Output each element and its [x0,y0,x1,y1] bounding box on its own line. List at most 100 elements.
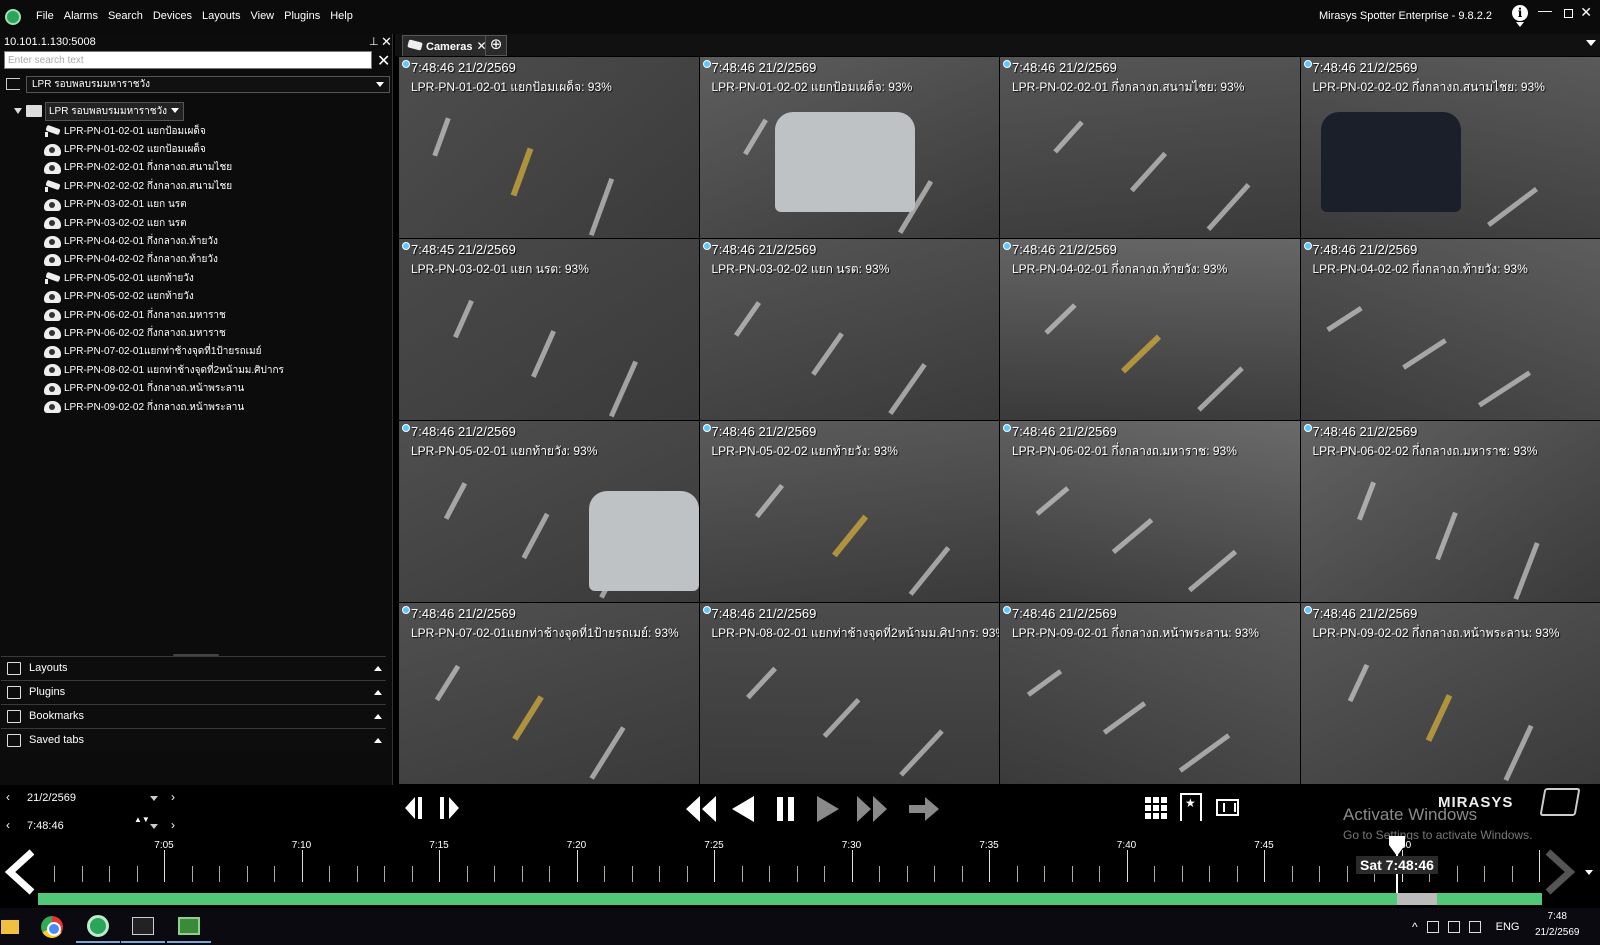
camera-list-item[interactable]: LPR-PN-03-02-01 แยก นรต [44,196,284,214]
date-next-button[interactable]: › [171,790,175,804]
camera-tile[interactable]: 7:48:46 21/2/2569 LPR-PN-01-02-01 แยกป้อม… [399,57,699,238]
camera-list-item[interactable]: LPR-PN-02-02-01 กึ่งกลางถ.สนามไชย [44,159,284,177]
volume-muted-icon[interactable] [1468,921,1481,933]
tree-root-node[interactable]: LPR รอบพลบรมมหาราชวัง [14,101,185,121]
camera-tile[interactable]: 7:48:46 21/2/2569 LPR-PN-08-02-01 แยกท่าช… [699,603,999,784]
time-dropdown-icon[interactable] [150,824,158,829]
fullscreen-icon[interactable] [1216,799,1239,816]
recorded-range-bar[interactable] [38,893,1542,905]
pause-icon[interactable] [773,794,799,824]
tree-collapse-icon[interactable] [14,108,22,114]
section-plugins[interactable]: Plugins [1,680,386,703]
section-bookmarks[interactable]: Bookmarks [1,704,386,727]
go-live-arrow-icon[interactable] [907,794,941,824]
camera-tile[interactable]: 7:48:46 21/2/2569 LPR-PN-05-02-01 แยกท้าย… [399,421,699,602]
menu-search[interactable]: Search [108,10,143,22]
timeline-next-icon[interactable] [1542,848,1578,896]
camera-tile[interactable]: 7:48:46 21/2/2569 LPR-PN-09-02-01 กึ่งกลา… [1000,603,1300,784]
camera-tile[interactable]: 7:48:46 21/2/2569 LPR-PN-07-02-01แยกท่าช้… [399,603,699,784]
camera-tile[interactable]: 7:48:46 21/2/2569 LPR-PN-05-02-02 แยกท้าย… [699,421,999,602]
group-select[interactable]: LPR รอบพลบรมมหาราชวัง [26,76,390,93]
network-icon[interactable] [1447,921,1460,933]
tray-expand-icon[interactable]: ^ [1412,920,1418,934]
time-next-button[interactable]: › [171,818,175,832]
timeline-scroll-icon[interactable] [1585,870,1593,875]
camera-tile[interactable]: 7:48:46 21/2/2569 LPR-PN-02-02-01 กึ่งกลา… [1000,57,1300,238]
camera-list-item[interactable]: LPR-PN-09-02-01 กึ่งกลางถ.หน้าพระลาน [44,379,284,397]
layout-grid-icon[interactable] [1145,797,1167,819]
playhead-marker-icon[interactable] [1388,835,1406,857]
time-field[interactable]: 7:48:46 [27,820,64,832]
camera-list-item[interactable]: LPR-PN-06-02-02 กึ่งกลางถ.มหาราช [44,324,284,342]
camera-tile[interactable]: 7:48:46 21/2/2569 LPR-PN-01-02-02 แยกป้อม… [699,57,999,238]
search-input[interactable] [4,51,372,69]
rewind-icon[interactable] [684,794,718,824]
search-clear-button[interactable]: ✕ [377,51,390,71]
camera-list-item[interactable]: LPR-PN-09-02-02 กึ่งกลางถ.หน้าพระลาน [44,398,284,416]
camera-tile[interactable]: 7:48:46 21/2/2569 LPR-PN-03-02-02 แยก นรต… [699,239,999,420]
menu-help[interactable]: Help [330,10,353,22]
menu-layouts[interactable]: Layouts [202,10,241,22]
section-layouts[interactable]: Layouts [1,656,386,679]
time-prev-button[interactable]: ‹ [6,818,10,832]
calendar-dropdown-icon[interactable] [150,796,158,801]
camera-tile[interactable]: 7:48:46 21/2/2569 LPR-PN-02-02-02 กึ่งกลา… [1300,57,1600,238]
menu-alarms[interactable]: Alarms [64,10,98,22]
camera-list-item[interactable]: LPR-PN-01-02-01 แยกป้อมเผด็จ [44,122,284,140]
tab-menu-icon[interactable] [1586,40,1596,46]
camera-list-item[interactable]: LPR-PN-02-02-02 กึ่งกลางถ.สนามไชย [44,177,284,195]
camera-list-item[interactable]: LPR-PN-04-02-02 กึ่งกลางถ.ท้ายวัง [44,251,284,269]
add-bookmark-icon[interactable] [1180,793,1202,821]
camera-list-item[interactable]: LPR-PN-01-02-02 แยกป้อมเผด็จ [44,140,284,158]
close-window-button[interactable]: ✕ [1580,4,1592,21]
time-spinner[interactable]: ▲▼ [134,816,150,824]
terminal-icon[interactable] [121,911,165,943]
camera-list-item[interactable]: LPR-PN-06-02-01 กึ่งกลางถ.มหาราช [44,306,284,324]
panel-close-button[interactable]: ✕ [381,34,392,50]
play-reverse-icon[interactable] [730,794,756,824]
camera-list-item[interactable]: LPR-PN-08-02-01 แยกท่าช้างจุดที่2หน้ามม.… [44,361,284,379]
info-dropdown-icon[interactable] [1516,22,1524,27]
frame-back-icon[interactable] [403,795,429,821]
file-explorer-icon[interactable] [0,911,32,943]
camera-tile[interactable]: 7:48:46 21/2/2569 LPR-PN-06-02-01 กึ่งกลา… [1000,421,1300,602]
camera-list-item[interactable]: LPR-PN-07-02-01แยกท่าช้างจุดที่1ป้ายรถเม… [44,343,284,361]
add-tab-button[interactable]: ⊕ [485,35,507,56]
camera-list-item[interactable]: LPR-PN-05-02-02 แยกท้ายวัง [44,288,284,306]
camera-tile[interactable]: 7:48:46 21/2/2569 LPR-PN-09-02-02 กึ่งกลา… [1300,603,1600,784]
usb-icon[interactable] [1426,921,1439,933]
minimize-button[interactable]: — [1538,2,1552,18]
maximize-button[interactable] [1564,9,1573,18]
fast-forward-icon[interactable] [855,794,889,824]
app-icon[interactable] [167,911,211,943]
clock[interactable]: 7:48 21/2/2569 [1535,909,1580,941]
tree-root-label[interactable]: LPR รอบพลบรมมหาราชวัง [45,101,185,121]
camera-tile[interactable]: 7:48:46 21/2/2569 LPR-PN-06-02-02 กึ่งกลา… [1300,421,1600,602]
camera-tile[interactable]: 7:48:45 21/2/2569 LPR-PN-03-02-01 แยก นรต… [399,239,699,420]
date-prev-button[interactable]: ‹ [6,790,10,804]
tree-view-icon[interactable] [6,78,20,90]
play-icon[interactable] [815,794,841,824]
timeline-prev-icon[interactable] [2,848,38,896]
menu-plugins[interactable]: Plugins [284,10,320,22]
date-field[interactable]: 21/2/2569 [27,792,76,804]
chrome-icon[interactable] [30,911,74,943]
road-marking [531,330,556,378]
info-icon[interactable]: i [1512,5,1528,21]
camera-list-item[interactable]: LPR-PN-03-02-02 แยก นรต [44,214,284,232]
camera-list-item[interactable]: LPR-PN-04-02-01 กึ่งกลางถ.ท้ายวัง [44,232,284,250]
menu-view[interactable]: View [250,10,274,22]
spotter-icon[interactable] [76,911,120,943]
menu-devices[interactable]: Devices [153,10,192,22]
pin-icon[interactable]: ⊥ [369,35,379,48]
camera-list-item[interactable]: LPR-PN-05-02-01 แยกท้ายวัง [44,269,284,287]
camera-tile[interactable]: 7:48:46 21/2/2569 LPR-PN-04-02-01 กึ่งกลา… [1000,239,1300,420]
language-indicator[interactable]: ENG [1496,921,1520,933]
timeline[interactable]: 7:057:107:157:207:257:307:357:407:457:50… [0,836,1600,908]
camera-tile[interactable]: 7:48:46 21/2/2569 LPR-PN-04-02-02 กึ่งกลา… [1300,239,1600,420]
frame-forward-icon[interactable] [437,795,463,821]
tab-cameras[interactable]: Cameras ✕ [402,35,496,56]
timeline-ruler[interactable]: 7:057:107:157:207:257:307:357:407:457:50 [38,840,1542,882]
menu-file[interactable]: File [36,10,54,22]
section-saved-tabs[interactable]: Saved tabs [1,728,386,751]
